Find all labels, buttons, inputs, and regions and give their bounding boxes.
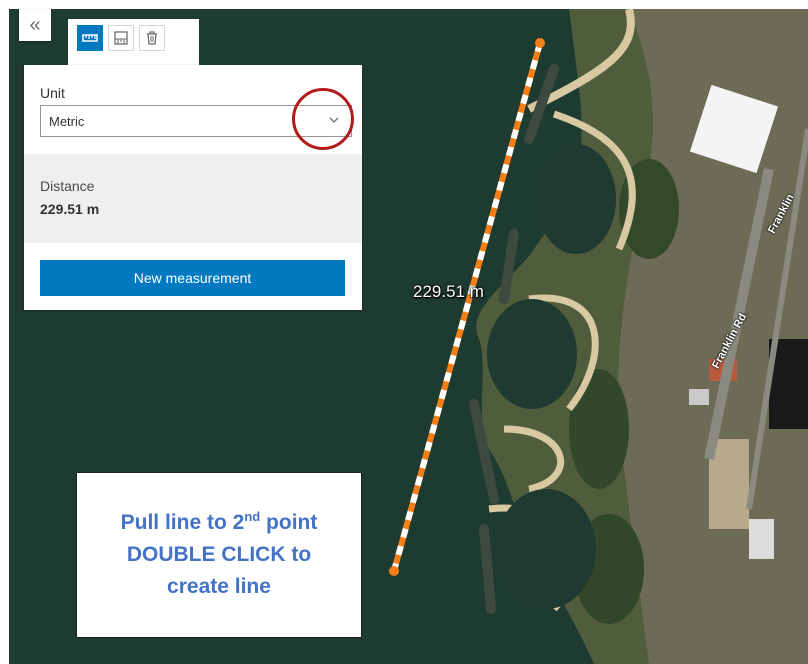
instruction-callout: Pull line to 2nd point DOUBLE CLICK to c… bbox=[76, 472, 362, 638]
double-chevron-left-icon: « bbox=[29, 13, 41, 36]
ruler-distance-icon bbox=[82, 34, 98, 42]
measure-toolbar bbox=[68, 19, 199, 65]
clear-tool-button[interactable] bbox=[139, 25, 165, 51]
area-tool-button[interactable] bbox=[108, 25, 134, 51]
callout-line-1: Pull line to 2nd point bbox=[120, 509, 318, 534]
distance-label: Distance bbox=[40, 178, 95, 194]
distance-value: 229.51 m bbox=[40, 201, 100, 217]
unit-label: Unit bbox=[40, 85, 65, 101]
collapse-button[interactable]: « bbox=[19, 9, 51, 41]
area-measure-icon bbox=[114, 31, 128, 45]
callout-line-2: DOUBLE CLICK to bbox=[126, 543, 312, 566]
highlight-circle bbox=[292, 88, 354, 150]
measurement-label: 229.51 m bbox=[413, 282, 484, 301]
trash-icon bbox=[147, 31, 157, 45]
unit-selected-value: Metric bbox=[49, 114, 85, 129]
distance-result: Distance 229.51 m bbox=[24, 154, 362, 243]
start-vertex[interactable] bbox=[535, 38, 545, 48]
end-vertex[interactable] bbox=[389, 566, 399, 576]
callout-line-3: create line bbox=[167, 575, 271, 598]
distance-tool-button[interactable] bbox=[77, 25, 103, 51]
new-measurement-button[interactable]: New measurement bbox=[40, 260, 345, 296]
